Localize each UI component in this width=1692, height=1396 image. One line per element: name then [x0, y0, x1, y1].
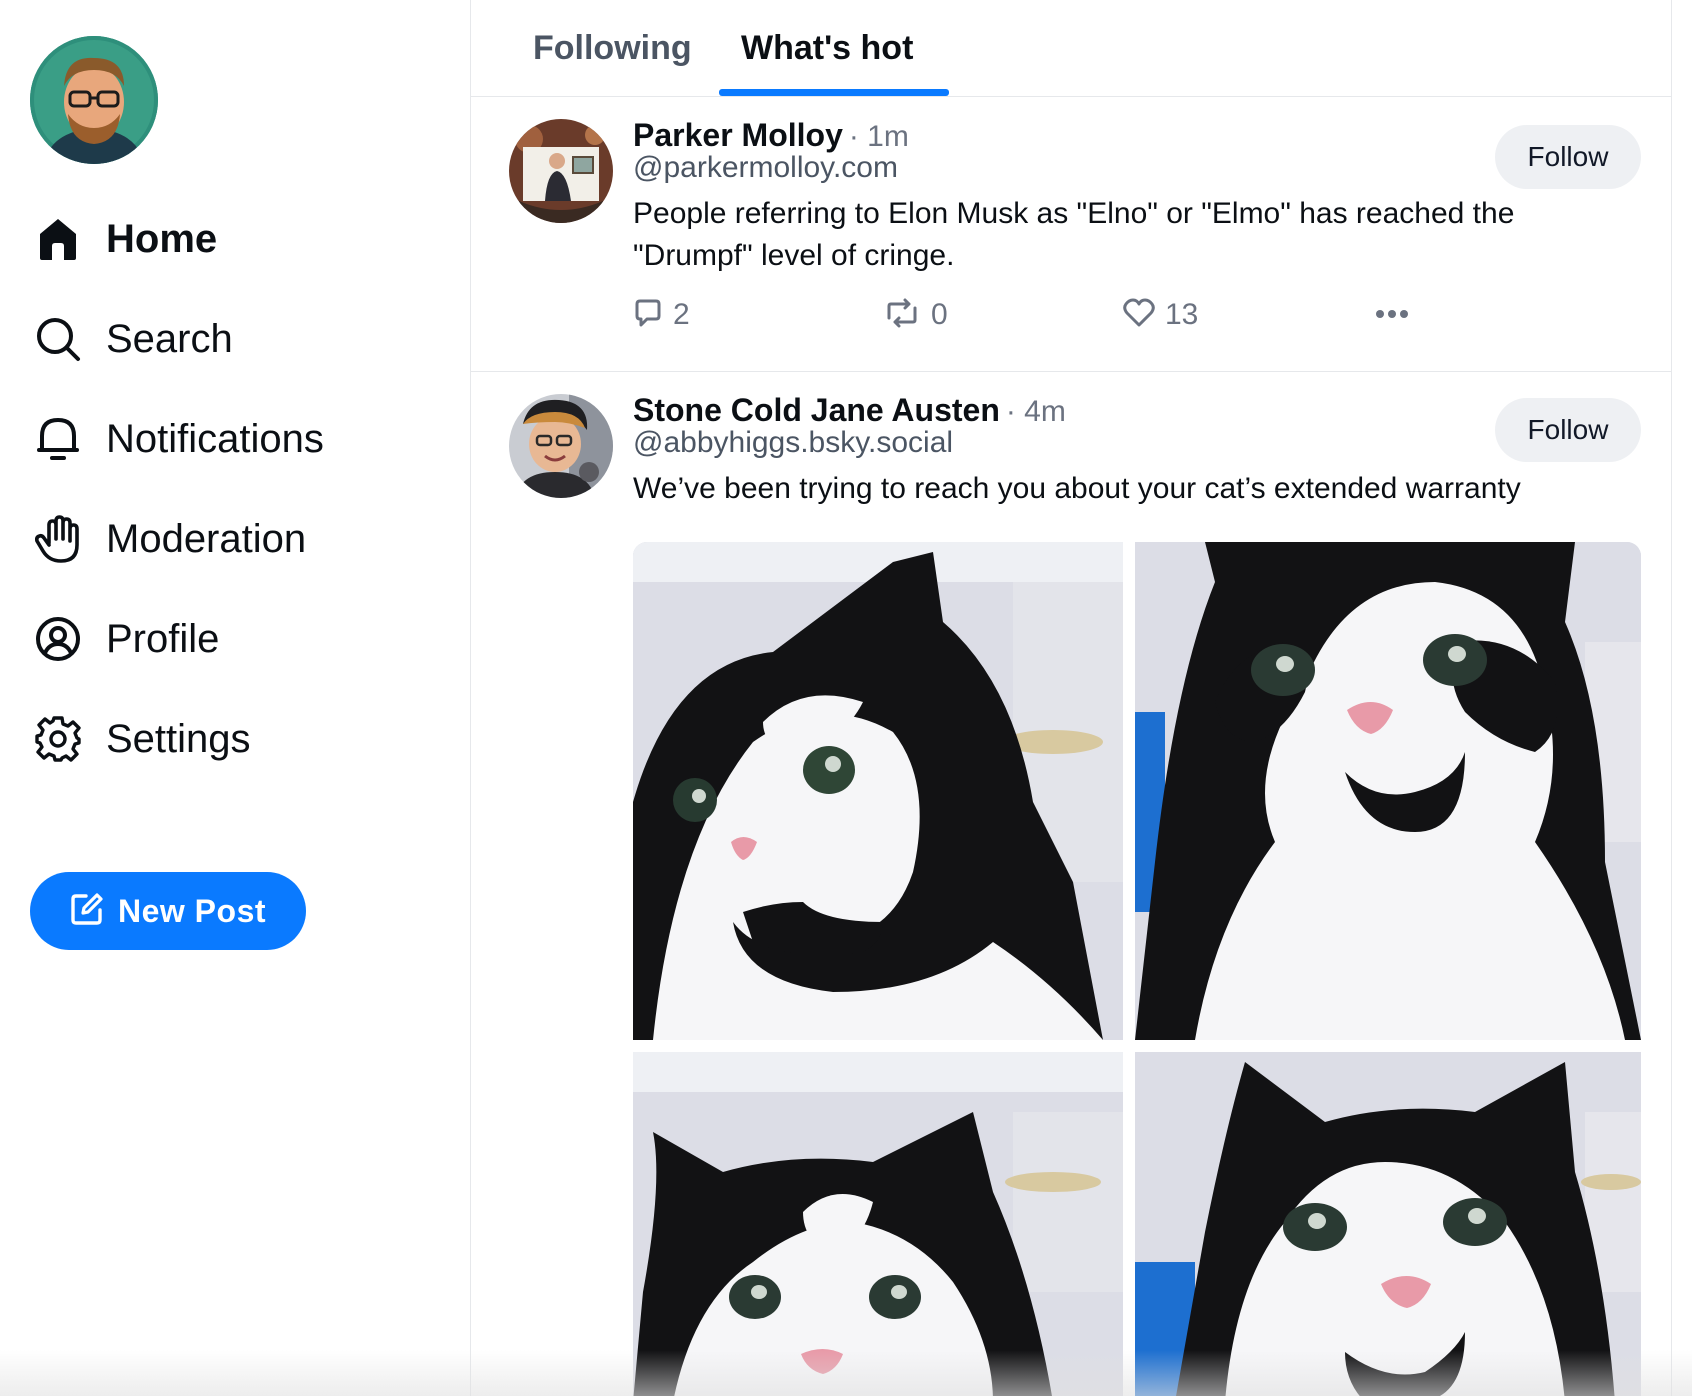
post-text: We’ve been trying to reach you about you…: [633, 472, 1521, 505]
post-image[interactable]: [633, 1052, 1123, 1396]
post-image[interactable]: [1135, 542, 1641, 1040]
post-image[interactable]: [633, 542, 1123, 1040]
feed-tabs: Following What's hot: [471, 0, 1671, 97]
sidebar-item-profile[interactable]: Profile: [34, 604, 434, 674]
tab-whats-hot[interactable]: What's hot: [741, 0, 913, 96]
sidebar-item-label: Profile: [106, 616, 220, 661]
author-handle[interactable]: @abbyhiggs.bsky.social: [633, 426, 953, 460]
more-dots-icon: [1375, 306, 1409, 324]
sidebar: Home Search Notifications Moderation Pro: [0, 0, 470, 1396]
sidebar-item-label: Notifications: [106, 416, 324, 461]
media-grid: [633, 542, 1641, 1396]
reply-count: 2: [673, 298, 690, 331]
author-avatar[interactable]: [509, 119, 613, 223]
active-tab-indicator: [719, 89, 949, 96]
sidebar-item-moderation[interactable]: Moderation: [34, 504, 434, 574]
reply-button[interactable]: 2: [633, 293, 690, 337]
like-button[interactable]: 13: [1123, 293, 1198, 337]
repost-icon: [883, 298, 921, 333]
post[interactable]: Parker Molloy · 1m @parkermolloy.com Peo…: [471, 97, 1671, 372]
feed-column: Following What's hot Parker Molloy · 1m …: [470, 0, 1672, 1396]
post-image[interactable]: [1135, 1052, 1641, 1396]
new-post-label: New Post: [117, 892, 267, 929]
hand-icon: [34, 515, 82, 563]
author-name[interactable]: Parker Molloy: [633, 117, 843, 154]
sidebar-item-settings[interactable]: Settings: [34, 704, 434, 774]
sidebar-item-home[interactable]: Home: [34, 204, 434, 274]
author-handle[interactable]: @parkermolloy.com: [633, 151, 898, 185]
reply-icon: [633, 298, 663, 333]
follow-button[interactable]: Follow: [1495, 125, 1641, 189]
new-post-button[interactable]: New Post: [30, 872, 306, 950]
home-icon: [34, 215, 82, 263]
follow-button[interactable]: Follow: [1495, 398, 1641, 462]
repost-count: 0: [931, 298, 948, 331]
author-avatar[interactable]: [509, 394, 613, 498]
user-avatar[interactable]: [30, 36, 158, 164]
like-count: 13: [1165, 298, 1199, 331]
sidebar-item-label: Home: [106, 216, 218, 261]
post-actions: 2 0 13: [633, 293, 1533, 337]
compose-icon: [70, 892, 104, 931]
post-time: · 1m: [848, 120, 909, 153]
search-icon: [34, 315, 82, 363]
author-name[interactable]: Stone Cold Jane Austen: [633, 392, 1000, 429]
sidebar-item-label: Moderation: [106, 516, 307, 561]
tab-following[interactable]: Following: [533, 0, 692, 96]
sidebar-item-notifications[interactable]: Notifications: [34, 404, 434, 474]
post[interactable]: Stone Cold Jane Austen · 4m @abbyhiggs.b…: [471, 372, 1671, 1396]
sidebar-item-search[interactable]: Search: [34, 304, 434, 374]
gear-icon: [34, 715, 82, 763]
heart-icon: [1123, 298, 1155, 333]
user-circle-icon: [34, 615, 82, 663]
post-text: People referring to Elon Musk as "Elno" …: [633, 197, 1515, 272]
repost-button[interactable]: 0: [883, 293, 948, 337]
sidebar-item-label: Settings: [106, 716, 251, 761]
bell-icon: [34, 415, 82, 463]
app-root: Home Search Notifications Moderation Pro: [0, 0, 1692, 1396]
more-options-button[interactable]: [1375, 293, 1409, 337]
sidebar-item-label: Search: [106, 316, 233, 361]
post-time: · 4m: [1005, 395, 1066, 428]
